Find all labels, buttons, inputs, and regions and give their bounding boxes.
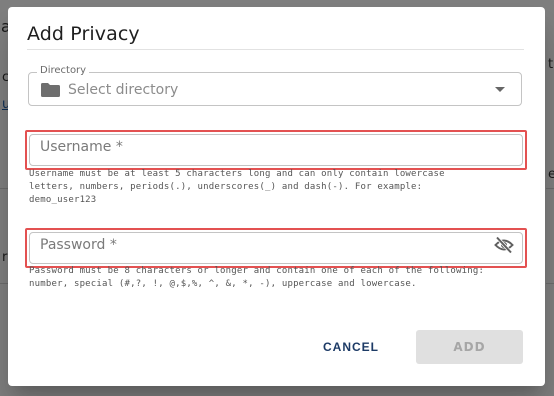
username-label: Username * xyxy=(40,139,123,155)
add-button[interactable]: ADD xyxy=(416,330,523,364)
helper-line: letters, numbers, periods(.), underscore… xyxy=(29,182,423,192)
helper-line: number, special (#,?, !, @,$,%, ^, &, *,… xyxy=(29,279,417,289)
add-privacy-dialog: Add Privacy Directory Select directory U… xyxy=(8,7,545,386)
chevron-down-icon[interactable] xyxy=(495,87,505,92)
helper-line: Password must be 8 characters or longer … xyxy=(29,266,485,276)
cancel-button[interactable]: CANCEL xyxy=(316,334,386,360)
title-divider xyxy=(27,49,524,50)
username-helper-text: Username must be at least 5 characters l… xyxy=(29,168,445,207)
password-helper-text: Password must be 8 characters or longer … xyxy=(29,265,484,291)
directory-placeholder: Select directory xyxy=(68,82,179,98)
dialog-title: Add Privacy xyxy=(27,23,140,45)
helper-line: demo_user123 xyxy=(29,195,97,205)
folder-icon xyxy=(41,83,60,97)
directory-label: Directory xyxy=(37,65,90,76)
helper-line: Username must be at least 5 characters l… xyxy=(29,169,445,179)
eye-off-icon[interactable] xyxy=(494,236,514,254)
password-label: Password * xyxy=(40,237,117,253)
